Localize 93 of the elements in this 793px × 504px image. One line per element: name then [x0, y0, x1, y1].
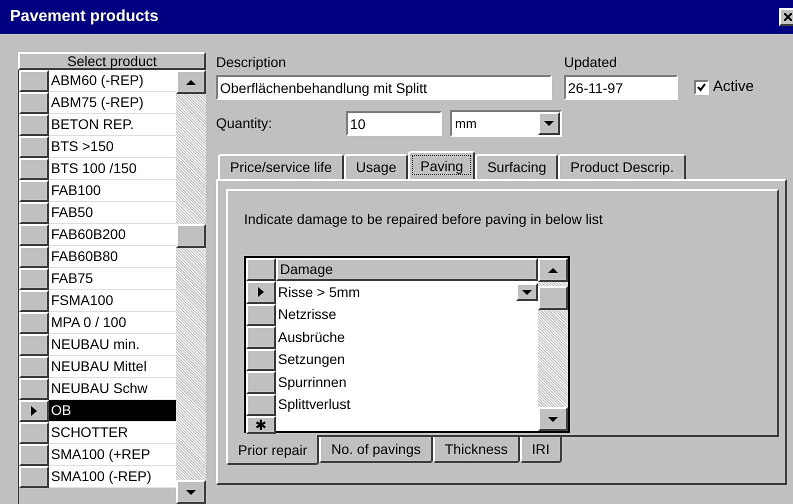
row-selector[interactable]: [246, 394, 276, 416]
tab[interactable]: Usage: [344, 154, 408, 179]
sub-tab[interactable]: Thickness: [432, 437, 520, 463]
damage-cell-text: Spurrinnen: [278, 372, 346, 392]
dropdown-arrow-icon: [522, 288, 532, 296]
sub-tab[interactable]: Prior repair: [226, 435, 320, 465]
row-selector[interactable]: [246, 348, 276, 371]
damage-cell-text: Ausbrüche: [278, 328, 345, 347]
checkmark-icon: [697, 83, 706, 92]
scroll-up-button[interactable]: [176, 70, 206, 94]
damage-cell-text: Risse > 5mm: [278, 282, 360, 302]
row-selector[interactable]: [19, 224, 49, 246]
row-pointer-icon: [257, 287, 265, 298]
row-selector[interactable]: [19, 180, 49, 202]
sub-tab[interactable]: IRI: [520, 437, 562, 463]
product-item[interactable]: NEUBAU Mittel: [49, 356, 176, 378]
row-selector[interactable]: [19, 400, 49, 422]
product-item[interactable]: FAB100: [49, 180, 176, 202]
down-arrow-icon: [548, 416, 558, 422]
active-checkbox[interactable]: [694, 80, 709, 95]
product-item[interactable]: FAB50: [49, 202, 176, 224]
row-pointer-icon: [30, 406, 38, 416]
updated-field[interactable]: 26-11-97: [564, 75, 678, 100]
product-item[interactable]: BETON REP.: [49, 114, 176, 136]
column-header: Damage: [276, 258, 538, 281]
close-icon: [784, 13, 792, 21]
description-field[interactable]: Oberflächenbehandlung mit Splitt: [216, 75, 552, 100]
product-item[interactable]: SCHOTTER: [49, 422, 176, 444]
active-label: Active: [713, 77, 754, 98]
window-title: Pavement products: [10, 7, 158, 27]
product-item[interactable]: FAB60B200: [49, 224, 176, 246]
damage-cell-text: Setzungen: [278, 350, 345, 370]
row-selector[interactable]: [19, 378, 49, 400]
scroll-down-button[interactable]: [538, 407, 568, 431]
row-selector[interactable]: [19, 114, 49, 136]
damage-cell-text: Netzrisse: [278, 305, 336, 324]
quantity-field[interactable]: 10: [346, 111, 442, 136]
row-selector[interactable]: [19, 312, 49, 334]
row-selector[interactable]: [19, 246, 49, 268]
tab[interactable]: Product Descrip.: [558, 154, 686, 179]
row-selector[interactable]: [246, 304, 276, 326]
cell-dropdown-button[interactable]: [516, 283, 538, 302]
row-selector[interactable]: [19, 290, 49, 312]
dropdown-button[interactable]: [538, 112, 560, 135]
sub-tab[interactable]: No. of pavings: [319, 437, 433, 463]
row-selector[interactable]: [19, 422, 49, 444]
product-item[interactable]: OB: [49, 400, 176, 422]
product-item[interactable]: FSMA100: [49, 290, 176, 312]
scroll-thumb[interactable]: [176, 224, 206, 248]
product-item[interactable]: BTS 100 /150: [49, 158, 176, 180]
row-selector[interactable]: [19, 268, 49, 290]
product-item[interactable]: SMA100 (-REP): [49, 466, 176, 488]
tab[interactable]: Price/service life: [218, 154, 344, 179]
column-header: Select product: [18, 52, 206, 70]
product-item[interactable]: ABM75 (-REP): [49, 92, 176, 114]
quantity-label: Quantity:: [216, 114, 274, 133]
row-selector[interactable]: [19, 334, 49, 356]
row-selector[interactable]: [19, 70, 49, 92]
new-row-selector[interactable]: ✱: [246, 416, 276, 434]
unit-value: mm: [455, 114, 477, 133]
scroll-thumb[interactable]: [538, 286, 568, 310]
product-item[interactable]: MPA 0 / 100: [49, 312, 176, 334]
down-arrow-icon: [186, 488, 196, 496]
updated-label: Updated: [564, 53, 618, 72]
damage-cell-text: Splittverlust: [278, 395, 350, 414]
row-selector[interactable]: [19, 92, 49, 114]
row-selector[interactable]: [246, 371, 276, 394]
product-item[interactable]: FAB75: [49, 268, 176, 290]
row-selector[interactable]: [19, 136, 49, 158]
row-selector[interactable]: [19, 158, 49, 180]
product-item[interactable]: NEUBAU Schw: [49, 378, 176, 400]
product-item[interactable]: NEUBAU min.: [49, 334, 176, 356]
product-item[interactable]: ABM60 (-REP): [49, 70, 176, 92]
description-label: Description: [216, 53, 288, 72]
row-selector[interactable]: [19, 444, 49, 466]
product-item[interactable]: BTS >150: [49, 136, 176, 158]
row-selector[interactable]: [19, 202, 49, 224]
tab[interactable]: Surfacing: [475, 154, 558, 179]
row-selector[interactable]: [19, 356, 49, 378]
tab[interactable]: Paving: [408, 151, 476, 179]
scroll-down-button[interactable]: [176, 480, 206, 504]
instruction-text: Indicate damage to be repaired before paving in below list: [244, 210, 604, 229]
close-button[interactable]: [779, 8, 793, 26]
row-selector[interactable]: [19, 466, 49, 488]
product-item[interactable]: SMA100 (+REP: [49, 444, 176, 466]
row-selector[interactable]: [246, 326, 276, 348]
unit-dropdown[interactable]: mm: [450, 110, 562, 137]
scroll-up-button[interactable]: [538, 258, 568, 282]
up-arrow-icon: [186, 78, 196, 86]
up-arrow-icon: [548, 266, 558, 274]
dropdown-arrow-icon: [544, 120, 554, 127]
product-item[interactable]: FAB60B80: [49, 246, 176, 268]
row-selector[interactable]: [246, 281, 276, 304]
